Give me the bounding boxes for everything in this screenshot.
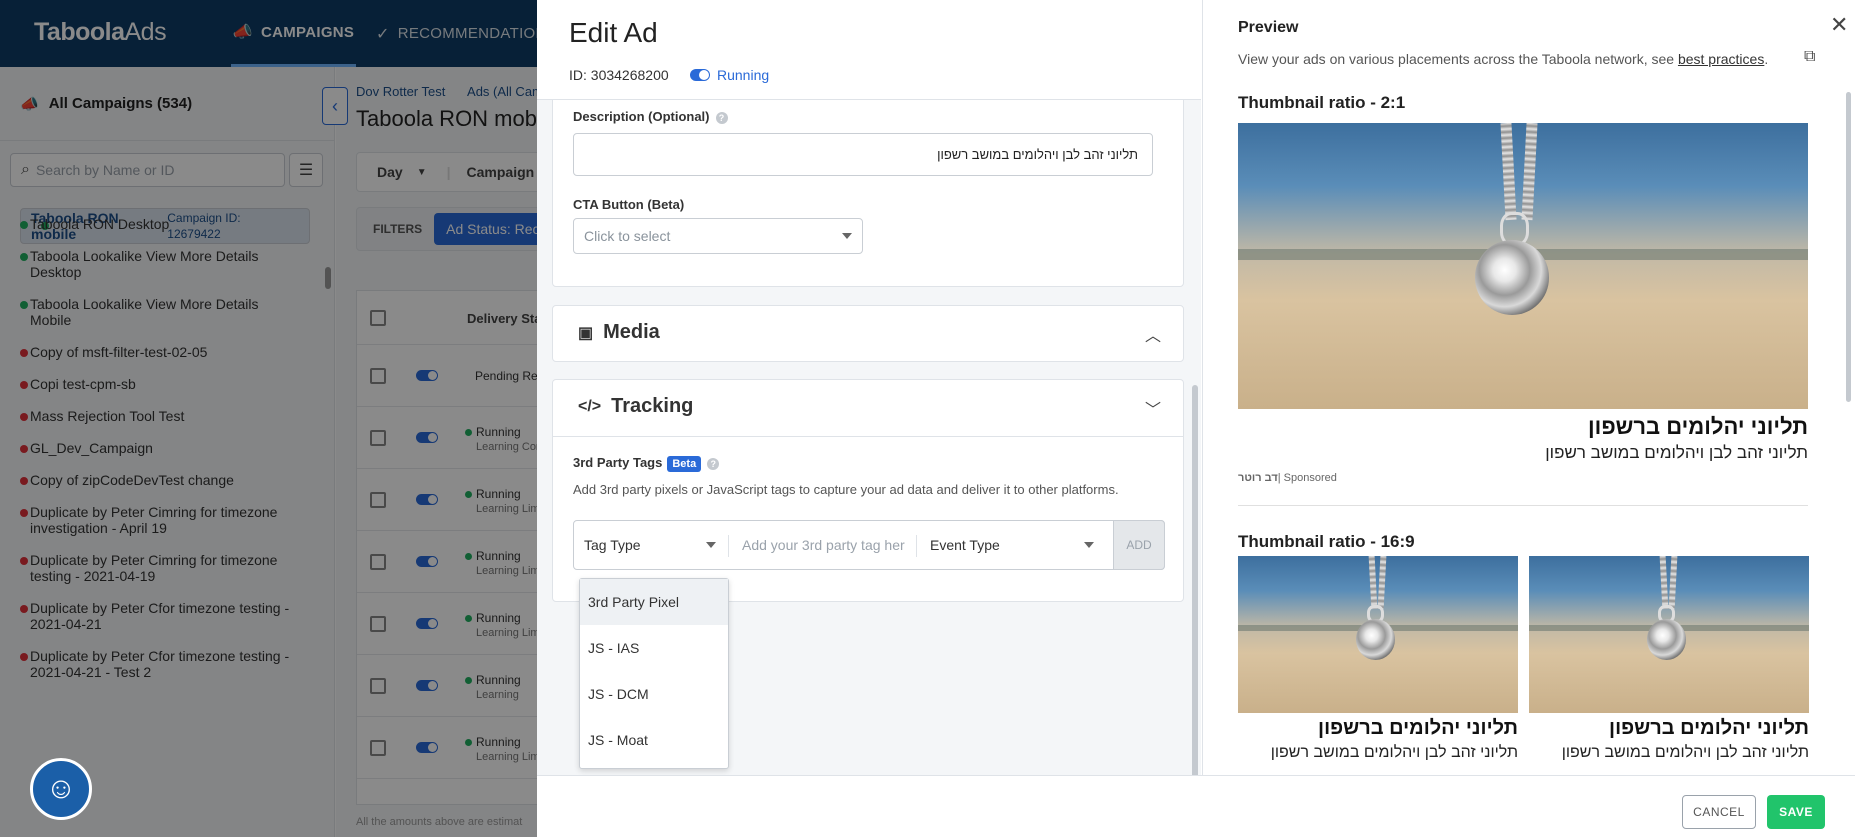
bot-face-icon: ☺ (45, 772, 77, 805)
toggle-switch-icon (690, 69, 710, 81)
tracking-header: </> Tracking (578, 395, 694, 417)
divider (916, 535, 917, 557)
tag-code-input[interactable]: Add your 3rd party tag her (742, 537, 905, 553)
form-scrollbar[interactable] (1192, 385, 1198, 775)
ratio-label-16-9: Thumbnail ratio - 16:9 (1238, 532, 1415, 551)
tag-type-select[interactable]: Tag Type (584, 537, 641, 553)
ad-branding: דב רוטר| Sponsored (1238, 472, 1337, 484)
cancel-button[interactable]: CANCEL (1682, 795, 1756, 829)
preview-description: View your ads on various placements acro… (1238, 51, 1769, 67)
chevron-up-icon[interactable]: ︿ (1145, 322, 1161, 346)
media-header: ▣ Media (578, 321, 660, 343)
media-section[interactable]: ▣ Media ︿ (552, 305, 1184, 362)
divider (1238, 505, 1808, 506)
preview-panel: Preview View your ads on various placeme… (1202, 0, 1855, 775)
ad-thumbnail-image (1529, 556, 1809, 713)
image-chain (1668, 556, 1678, 610)
dropdown-option[interactable]: JS - IAS (580, 625, 728, 671)
ad-id: ID: 3034268200 (569, 67, 669, 83)
help-icon[interactable]: ? (715, 111, 728, 124)
image-chain (1659, 556, 1668, 610)
cta-select[interactable]: Click to select (573, 218, 863, 254)
tracking-section: </> Tracking ﹀ 3rd Party Tags Beta? Add 3r… (552, 379, 1184, 602)
text-details-card: Description (Optional)? תליוני זהב לבן ו… (552, 100, 1184, 287)
ad-thumbnail-image (1238, 123, 1808, 409)
image-chain (1521, 123, 1539, 221)
ad-title: תליוני יהלומים ברשפון (1588, 414, 1808, 439)
image-pendant (1474, 240, 1549, 315)
ad-title: תליוני יהלומים ברשפון (1609, 717, 1809, 739)
sponsored-label: | Sponsored (1277, 472, 1337, 484)
dropdown-option[interactable]: 3rd Party Pixel (580, 579, 728, 625)
ad-description: תליוני זהב לבן ויהלומים במושב רשפון (1545, 443, 1808, 462)
ad-description: תליוני זהב לבן ויהלומים במושב רשפון (1561, 744, 1809, 761)
image-chain (1500, 123, 1517, 221)
tracking-header-bar[interactable]: </> Tracking ﹀ (553, 380, 1183, 437)
chevron-down-icon[interactable]: ﹀ (1145, 396, 1161, 420)
dropdown-option[interactable]: JS - DCM (580, 671, 728, 717)
divider (728, 535, 729, 557)
save-button[interactable]: SAVE (1767, 795, 1825, 829)
edit-ad-header: Edit Ad ID: 3034268200 Running (537, 0, 1201, 100)
image-chain (1368, 556, 1377, 610)
image-chain (1377, 556, 1387, 610)
caret-down-icon (842, 233, 852, 239)
best-practices-link[interactable]: best practices (1678, 51, 1764, 67)
ad-brand: דב רוטר (1238, 472, 1278, 484)
third-party-tag-row: Tag Type Add your 3rd party tag her Even… (573, 520, 1165, 570)
image-icon: ▣ (578, 324, 594, 342)
ad-description: תליוני זהב לבן ויהלומים במושב רשפון (1270, 744, 1518, 761)
edit-ad-drawer: Edit Ad ID: 3034268200 Running Descripti… (537, 0, 1855, 837)
dropdown-option[interactable]: JS - Moat (580, 717, 728, 763)
event-type-select[interactable]: Event Type (930, 537, 1000, 553)
tag-type-dropdown-menu: 3rd Party Pixel JS - IAS JS - DCM JS - M… (579, 578, 729, 769)
preview-scrollbar[interactable] (1846, 92, 1851, 402)
preview-title: Preview (1238, 19, 1299, 36)
edit-ad-title: Edit Ad (569, 17, 658, 48)
drawer-footer: CANCEL SAVE (537, 775, 1855, 837)
app-root: TaboolaAds 📣 CAMPAIGNS ✓ RECOMMENDATIONS 📣… (0, 0, 1855, 837)
cta-label: CTA Button (Beta) (573, 197, 685, 212)
image-pendant (1355, 618, 1395, 660)
add-tag-button[interactable]: ADD (1113, 520, 1165, 570)
image-pendant (1646, 618, 1686, 660)
ratio-label-2-1: Thumbnail ratio - 2:1 (1238, 93, 1406, 112)
third-party-tags-label: 3rd Party Tags Beta? (573, 455, 720, 472)
close-icon[interactable]: ✕ (1830, 12, 1848, 38)
beta-badge: Beta (667, 456, 702, 472)
external-link-icon[interactable]: ⧉ (1804, 48, 1815, 66)
chat-assistant-button[interactable]: ☺ (30, 758, 92, 820)
caret-down-icon (706, 542, 716, 548)
caret-down-icon (1084, 542, 1094, 548)
third-party-description: Add 3rd party pixels or JavaScript tags … (573, 482, 1119, 497)
code-icon: </> (578, 397, 602, 415)
description-input[interactable]: תליוני זהב לבן ויהלומים במושב רשפון (573, 133, 1153, 176)
ad-status-toggle[interactable]: Running (690, 67, 769, 83)
description-label: Description (Optional)? (573, 109, 728, 124)
ad-thumbnail-image (1238, 556, 1518, 713)
ad-title: תליוני יהלומים ברשפון (1318, 717, 1518, 739)
help-icon[interactable]: ? (707, 457, 720, 470)
